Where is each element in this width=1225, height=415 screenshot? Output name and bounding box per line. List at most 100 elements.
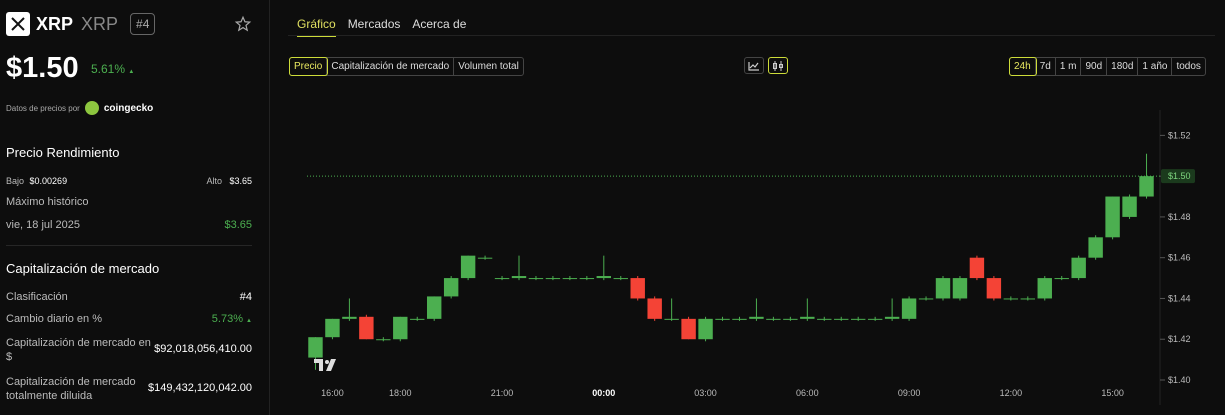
daily-change-group: 5.73% ▲	[212, 313, 252, 325]
ath-row: vie, 18 jul 2025 $3.65	[6, 219, 252, 231]
x-tick-label: 16:00	[321, 388, 344, 398]
high-group: Alto $3.65	[206, 176, 252, 186]
rank-label: Clasificación	[6, 291, 68, 303]
range-7d-button[interactable]: 7d	[1036, 58, 1056, 75]
candle-body	[545, 278, 561, 280]
candle-body	[630, 278, 645, 299]
candle-body	[308, 337, 323, 358]
y-tick-label: $1.46	[1168, 253, 1191, 263]
market-cap-row: Capitalización de mercado en $ $92,018,0…	[6, 336, 252, 364]
provider-prefix: Datos de precios por	[6, 103, 80, 113]
provider-name[interactable]: coingecko	[104, 103, 153, 114]
daily-change-label: Cambio diario en %	[6, 313, 102, 325]
x-tick-label: 18:00	[389, 388, 412, 398]
market-cap-title: Capitalización de mercado	[6, 261, 160, 276]
candle-body	[613, 278, 628, 280]
range-1y-button[interactable]: 1 año	[1138, 58, 1173, 75]
candle-body	[1003, 298, 1019, 300]
candle-body	[884, 316, 900, 319]
current-price-label: $1.50	[1168, 171, 1191, 181]
candle-body	[1105, 196, 1120, 238]
candle-body	[562, 278, 578, 280]
daily-change-value: 5.73%	[211, 313, 243, 325]
high-value: $3.65	[229, 176, 252, 186]
candle-body	[596, 276, 612, 279]
tab-chart[interactable]: Gráfico	[297, 17, 336, 37]
candle-body	[817, 318, 832, 320]
x-tick-label: 21:00	[491, 388, 514, 398]
ath-value: $3.65	[224, 219, 252, 231]
candle-body	[1071, 257, 1086, 279]
star-icon[interactable]	[234, 15, 252, 33]
candle-body	[579, 278, 595, 280]
y-tick-label: $1.48	[1168, 212, 1191, 222]
metric-selector: Precio Capitalización de mercado Volumen…	[288, 57, 524, 76]
coin-sidebar: XRP XRP #4 $1.50 5.61% ▲ Datos de precio…	[0, 0, 270, 415]
ath-label: Máximo histórico	[6, 196, 89, 208]
metric-volume-button[interactable]: Volumen total	[454, 58, 523, 75]
chart-type-selector	[744, 57, 788, 74]
candle-body	[1088, 237, 1103, 258]
daily-change-row: Cambio diario en % 5.73% ▲	[6, 313, 252, 325]
candle-body	[477, 257, 493, 259]
tabs-divider	[288, 35, 1215, 36]
candle-body	[935, 278, 951, 299]
coin-header: XRP XRP #4	[6, 12, 156, 36]
candle-body	[1054, 278, 1069, 280]
x-tick-label: 03:00	[694, 388, 717, 398]
metric-price-button[interactable]: Precio	[288, 57, 329, 76]
candle-body	[1020, 298, 1036, 300]
low-high-row: Bajo $0.00269 Alto $3.65	[6, 176, 252, 186]
candle-body	[1037, 278, 1052, 299]
candle-body	[410, 318, 425, 320]
price-change: 5.61% ▲	[91, 62, 134, 76]
candle-body	[901, 298, 917, 319]
low-label: Bajo	[6, 176, 25, 186]
data-provider: Datos de precios por coingecko	[6, 101, 153, 115]
xrp-logo-icon	[6, 12, 30, 36]
candle-body	[749, 316, 764, 319]
fdv-row: Capitalización de mercado totalmente dil…	[6, 375, 252, 403]
range-180d-button[interactable]: 180d	[1107, 58, 1139, 75]
rank-badge: #4	[130, 13, 156, 35]
rank-row: Clasificación #4	[6, 291, 252, 303]
metric-market-cap-button[interactable]: Capitalización de mercado	[327, 58, 455, 75]
candle-body	[393, 316, 408, 340]
price-chart[interactable]: $1.40 $1.42 $1.44 $1.46 $1.48 $1.50 $1.52 16:00…	[288, 110, 1220, 405]
candlestick-icon[interactable]	[768, 57, 788, 74]
line-chart-icon[interactable]	[744, 57, 764, 74]
y-tick-label: $1.42	[1168, 334, 1191, 344]
candle-body	[342, 316, 357, 319]
fdv-label: Capitalización de mercado totalmente dil…	[6, 376, 136, 402]
performance-title: Precio Rendimiento	[6, 145, 120, 160]
candle-body	[783, 318, 798, 320]
main-tabs: Gráfico Mercados Acerca de	[297, 17, 466, 37]
candle-body	[460, 255, 476, 279]
candle-body	[986, 278, 1002, 299]
candle-body	[426, 296, 442, 319]
tab-markets[interactable]: Mercados	[348, 17, 401, 37]
candle-body	[969, 257, 985, 279]
range-90d-button[interactable]: 90d	[1081, 58, 1108, 75]
candle-body	[1139, 176, 1154, 197]
ath-date: vie, 18 jul 2025	[6, 219, 80, 231]
tradingview-logo-icon	[314, 359, 336, 371]
tab-about[interactable]: Acerca de	[412, 17, 466, 37]
candle-body	[528, 278, 544, 280]
low-value: $0.00269	[29, 176, 68, 186]
candle-body	[800, 316, 815, 319]
candle-body	[850, 318, 866, 320]
current-price: $1.50	[6, 52, 79, 84]
x-tick-label: 00:00	[592, 388, 615, 398]
range-all-button[interactable]: todos	[1172, 58, 1204, 75]
candle-body	[511, 276, 527, 279]
candle-body	[376, 339, 391, 341]
candle-body	[698, 318, 713, 340]
y-tick-label: $1.44	[1168, 293, 1191, 303]
range-24h-button[interactable]: 24h	[1009, 57, 1037, 76]
price-change-value: 5.61%	[91, 62, 126, 76]
candle-body	[325, 318, 340, 338]
arrow-up-icon: ▲	[246, 318, 252, 324]
candle-body	[732, 318, 747, 320]
range-1m-button[interactable]: 1 m	[1056, 58, 1082, 75]
